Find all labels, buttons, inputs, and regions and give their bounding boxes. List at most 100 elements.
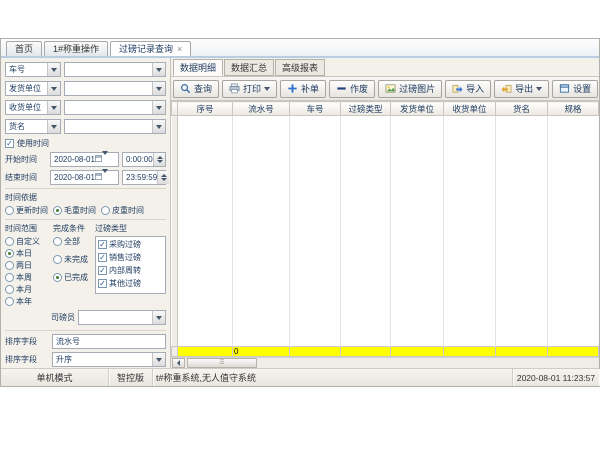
sort-order-combo[interactable]: 升序 xyxy=(52,352,166,367)
end-date-value: 2020-08-01 xyxy=(54,173,95,182)
summary-row: 0 xyxy=(172,347,599,357)
col-header-spec[interactable]: 规格 xyxy=(548,102,599,116)
radio-tare-time[interactable]: 皮重时间 xyxy=(101,205,144,216)
radio-tare-time-label: 皮重时间 xyxy=(112,205,144,216)
status-system-label: t#称重系统,无人值守系统 xyxy=(156,371,256,384)
col-header-receiver[interactable]: 收货单位 xyxy=(444,102,496,116)
col-header-vehicle-no[interactable]: 车号 xyxy=(290,102,341,116)
radio-this-year[interactable]: 本年 xyxy=(5,296,51,307)
query-button[interactable]: 查询 xyxy=(173,80,219,98)
radio-update-time[interactable]: 更新时间 xyxy=(5,205,48,216)
export-icon xyxy=(501,83,512,94)
checkbox-other-weigh[interactable]: ✓其他过磅 xyxy=(98,278,163,289)
goods-field-selector[interactable]: 货名 xyxy=(5,119,61,134)
chevron-down-icon xyxy=(152,82,165,95)
col-header-goods[interactable]: 货名 xyxy=(496,102,548,116)
receiver-field-selector[interactable]: 收货单位 xyxy=(5,100,61,115)
summary-goods xyxy=(496,347,548,357)
col-header-serial[interactable]: 序号 xyxy=(178,102,233,116)
checkbox-sale-weigh[interactable]: ✓销售过磅 xyxy=(98,252,163,263)
minus-icon xyxy=(336,83,347,94)
horizontal-scrollbar[interactable]: ☰ xyxy=(171,357,599,368)
data-panel: 数据明细 数据汇总 高级报表 查询 打 xyxy=(171,58,599,368)
shipper-value-combo[interactable] xyxy=(64,81,166,96)
vehicle-field-label: 车号 xyxy=(9,64,25,75)
radio-finished[interactable]: 已完成 xyxy=(53,272,93,283)
radio-gross-time-label: 毛重时间 xyxy=(64,205,96,216)
tab-data-summary[interactable]: 数据汇总 xyxy=(224,59,274,76)
tab-home[interactable]: 首页 xyxy=(6,41,42,56)
use-time-checkbox[interactable]: ✓ xyxy=(5,139,14,148)
col-header-shipper[interactable]: 发货单位 xyxy=(391,102,444,116)
goods-value-combo[interactable] xyxy=(64,119,166,134)
export-button-label: 导出 xyxy=(515,82,533,95)
sort-field-label: 排序字段 xyxy=(5,336,49,347)
tab-weigh-record-query[interactable]: 过磅记录查询 × xyxy=(110,41,191,56)
radio-gross-time[interactable]: 毛重时间 xyxy=(53,205,96,216)
radio-icon xyxy=(5,273,14,282)
checkbox-purchase-weigh[interactable]: ✓采购过磅 xyxy=(98,239,163,250)
scrollbar-thumb[interactable]: ☰ xyxy=(187,358,257,368)
radio-all[interactable]: 全部 xyxy=(53,236,93,247)
complete-status-group: 完成条件 全部 未完成 已完成 xyxy=(53,223,93,308)
weigher-combo[interactable] xyxy=(78,310,166,325)
checkbox-internal-label: 内部周转 xyxy=(109,265,141,276)
import-button[interactable]: 导入 xyxy=(445,80,491,98)
checkbox-checked-icon: ✓ xyxy=(98,266,107,275)
end-time-spinner[interactable]: 23:59:59 xyxy=(122,170,166,185)
tab-close-icon[interactable]: × xyxy=(177,45,182,54)
radio-unfinished[interactable]: 未完成 xyxy=(53,254,93,265)
vehicle-field-selector[interactable]: 车号 xyxy=(5,62,61,77)
radio-update-time-label: 更新时间 xyxy=(16,205,48,216)
supplement-order-button[interactable]: 补单 xyxy=(280,80,326,98)
print-button[interactable]: 打印 xyxy=(222,80,277,98)
weigh-type-label: 过磅类型 xyxy=(95,223,166,234)
summary-flow-count: 0 xyxy=(233,347,290,357)
checkbox-checked-icon: ✓ xyxy=(98,240,107,249)
receiver-value-combo[interactable] xyxy=(64,100,166,115)
start-time-value: 0:00:00 xyxy=(126,155,153,164)
tab-advanced-report[interactable]: 高级报表 xyxy=(275,59,325,76)
shipper-field-label: 发货单位 xyxy=(9,83,41,94)
time-range-group: 时间范围 自定义 本日 两日 本周 本月 本年 xyxy=(5,223,51,308)
tab-weigh-operation[interactable]: 1#称重操作 xyxy=(44,41,108,56)
summary-serial xyxy=(178,347,233,357)
shipper-field-selector[interactable]: 发货单位 xyxy=(5,81,61,96)
print-icon xyxy=(229,83,240,94)
chevron-down-icon xyxy=(47,120,60,133)
checkbox-internal-weigh[interactable]: ✓内部周转 xyxy=(98,265,163,276)
start-time-label: 开始时间 xyxy=(5,154,47,165)
main-tab-bar: 首页 1#称重操作 过磅记录查询 × xyxy=(1,39,599,58)
radio-unfinished-label: 未完成 xyxy=(64,254,88,265)
export-button[interactable]: 导出 xyxy=(494,80,549,98)
scroll-left-arrow-icon[interactable] xyxy=(172,358,185,368)
radio-custom-label: 自定义 xyxy=(16,236,40,247)
radio-today[interactable]: 本日 xyxy=(5,248,51,259)
goods-field-label: 货名 xyxy=(9,121,25,132)
settings-button[interactable]: 设置 xyxy=(552,80,598,98)
start-time-spinner[interactable]: 0:00:00 xyxy=(122,152,166,167)
void-button[interactable]: 作废 xyxy=(329,80,375,98)
radio-this-week-label: 本周 xyxy=(16,272,32,283)
weigh-pictures-button[interactable]: 过磅图片 xyxy=(378,80,442,98)
vehicle-value-combo[interactable] xyxy=(64,62,166,77)
start-date-picker[interactable]: 2020-08-01 xyxy=(50,152,119,167)
tab-data-detail[interactable]: 数据明细 xyxy=(173,59,223,76)
sort-field-input[interactable]: 流水号 xyxy=(52,334,166,349)
radio-this-month[interactable]: 本月 xyxy=(5,284,51,295)
radio-all-label: 全部 xyxy=(64,236,80,247)
radio-custom[interactable]: 自定义 xyxy=(5,236,51,247)
col-header-flow-no[interactable]: 流水号 xyxy=(233,102,290,116)
grid-empty-body[interactable] xyxy=(172,116,599,347)
status-datetime-label: 2020-08-01 11:23:57 xyxy=(517,373,595,383)
chevron-down-icon xyxy=(152,311,165,324)
import-button-label: 导入 xyxy=(466,82,484,95)
end-time-label: 结束时间 xyxy=(5,172,47,183)
tab-home-label: 首页 xyxy=(15,43,33,55)
status-datetime: 2020-08-01 11:23:57 xyxy=(513,369,599,386)
radio-this-week[interactable]: 本周 xyxy=(5,272,51,283)
checkbox-sale-label: 销售过磅 xyxy=(109,252,141,263)
col-header-weigh-type[interactable]: 过磅类型 xyxy=(341,102,391,116)
radio-two-days[interactable]: 两日 xyxy=(5,260,51,271)
end-date-picker[interactable]: 2020-08-01 xyxy=(50,170,119,185)
